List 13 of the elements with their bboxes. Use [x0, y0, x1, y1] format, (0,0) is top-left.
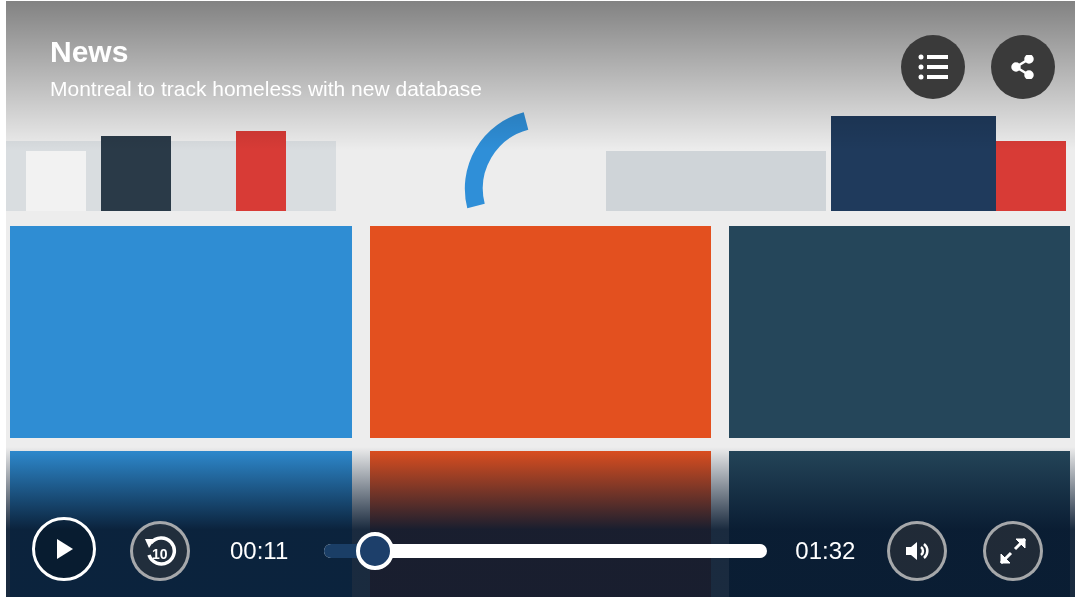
share-icon	[1011, 55, 1035, 79]
play-button[interactable]	[32, 517, 96, 581]
video-title: Montreal to track homeless with new database	[50, 77, 482, 101]
rewind-button[interactable]: 10	[130, 521, 190, 581]
expand-icon	[999, 537, 1028, 565]
list-icon	[918, 54, 948, 80]
video-category: News	[50, 35, 129, 69]
progress-slider[interactable]	[324, 532, 768, 570]
play-icon	[54, 537, 74, 561]
duration-time: 01:32	[795, 536, 856, 566]
speaker-icon	[904, 540, 931, 562]
rewind-icon	[143, 533, 177, 567]
elapsed-time: 00:11	[230, 536, 289, 566]
